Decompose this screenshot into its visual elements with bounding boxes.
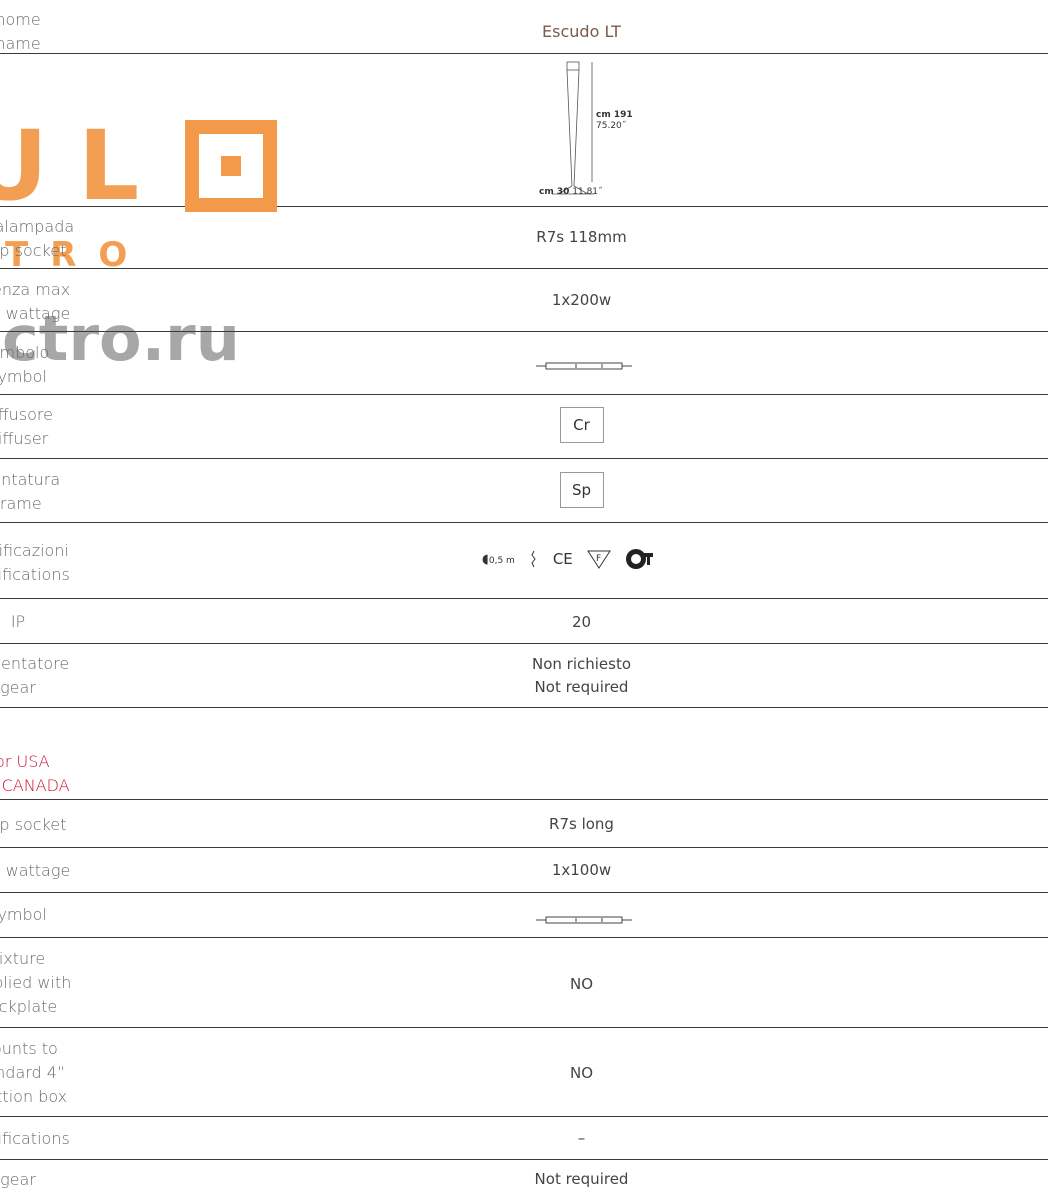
label-it: potenza max [0,280,71,299]
divider [0,847,1048,848]
divider [0,892,1048,893]
value-it: Non richiesto [531,655,632,673]
product-name: Escudo LT [542,22,621,41]
header-label-it: nome [0,10,41,29]
divider [0,707,1048,708]
label-en: certifications [0,565,70,584]
divider [0,268,1048,269]
divider [0,1159,1048,1160]
lamp-socket-label: portalampada lamp socket [0,215,98,263]
usa-lamp-symbol-icon [536,910,632,929]
label-en: diffuser [0,429,49,448]
usa-lamp-socket-label: lamp socket [0,815,67,834]
distance-icon: ◖0,5 m [482,551,515,567]
usa-max-wattage-value: 1x100w [551,861,612,879]
ce-mark-icon: CE [552,550,573,568]
usa-lamp-socket-value: R7s long [549,815,614,833]
svg-text:F: F [596,554,601,564]
max-wattage-label: potenza max max wattage [0,278,98,326]
usa-gear-label: gear [0,1170,36,1189]
label-it: portalampada [0,217,75,236]
watermark-line1: UL [0,110,170,222]
usa-section-title: For USA and CANADA [0,750,98,798]
diffuser-value-wrap: Cr [108,407,1055,443]
certification-icons: ◖0,5 m CE F [482,548,655,570]
usa-junction-box-value: NO [569,1064,594,1082]
height-cm: cm 191 [596,110,633,120]
max-wattage-value: 1x200w [551,291,612,309]
flammable-surface-icon [531,550,536,568]
gear-value: Non richiesto Not required [108,653,1055,699]
lamp-symbol-icon [536,356,632,375]
divider [0,458,1048,459]
label-en: symbol [0,367,47,386]
frame-code-badge: Sp [559,472,604,508]
usa-gear-value: Not required [534,1170,629,1188]
certifications-label: certificazioni certifications [0,539,98,587]
usa-title-line1: For USA [0,752,50,771]
base-cm: cm 30 [539,187,570,197]
diffuser-code-badge: Cr [559,407,604,443]
product-drawing: cm 191 75.20˝ cm 30 11.81˝ [530,58,650,203]
label-it: montatura [0,470,61,489]
divider [0,1116,1048,1117]
watermark-square [185,120,277,212]
divider [0,598,1048,599]
usa-symbol-label: symbol [0,905,47,924]
usa-max-wattage-label: max wattage [0,861,71,880]
usa-certifications-label: certifications [0,1129,70,1148]
label-line: supplied with [0,973,72,992]
diffuser-label: diffusore diffuser [0,403,98,451]
divider [0,331,1048,332]
label-line: standard 4” [0,1063,66,1082]
label-en: frame [0,494,42,513]
divider [0,394,1048,395]
divider [0,937,1048,938]
usa-backplate-value: NO [569,975,594,993]
divider [0,1027,1048,1028]
divider [0,53,1048,54]
frame-label: montatura frame [0,468,98,516]
header-label: nome name [0,8,98,56]
divider [0,643,1048,644]
label-line: Mounts to [0,1039,58,1058]
label-line: backplate [0,997,58,1016]
label-line: Fixture [0,949,46,968]
label-it: simbolo [0,343,50,362]
divider [0,522,1048,523]
usa-certifications-value: – [577,1129,586,1147]
value-en: Not required [534,678,629,696]
distance-value: 0,5 m [488,555,515,566]
usa-backplate-label: Fixture supplied with backplate [0,947,98,1019]
usa-junction-box-label: Mounts to standard 4” junction box [0,1037,98,1109]
ip-value: 20 [571,613,592,631]
label-it: alimentatore [0,654,70,673]
symbol-label: simbolo symbol [0,341,98,389]
usa-title-line2: and CANADA [0,776,70,795]
label-line: junction box [0,1087,68,1106]
label-en: max wattage [0,304,71,323]
label-en: lamp socket [0,241,67,260]
f-mark-icon: F [586,550,611,569]
frame-value-wrap: Sp [108,472,1055,508]
pct-mark-icon [625,549,653,569]
label-it: diffusore [0,405,53,424]
divider [0,799,1048,800]
base-inches: 11.81˝ [572,187,603,197]
height-inches: 75.20˝ [596,121,627,131]
ip-label: IP [10,612,26,631]
label-it: certificazioni [0,541,69,560]
gear-label: alimentatore gear [0,652,98,700]
label-en: gear [0,678,36,697]
lamp-socket-value: R7s 118mm [536,228,627,246]
